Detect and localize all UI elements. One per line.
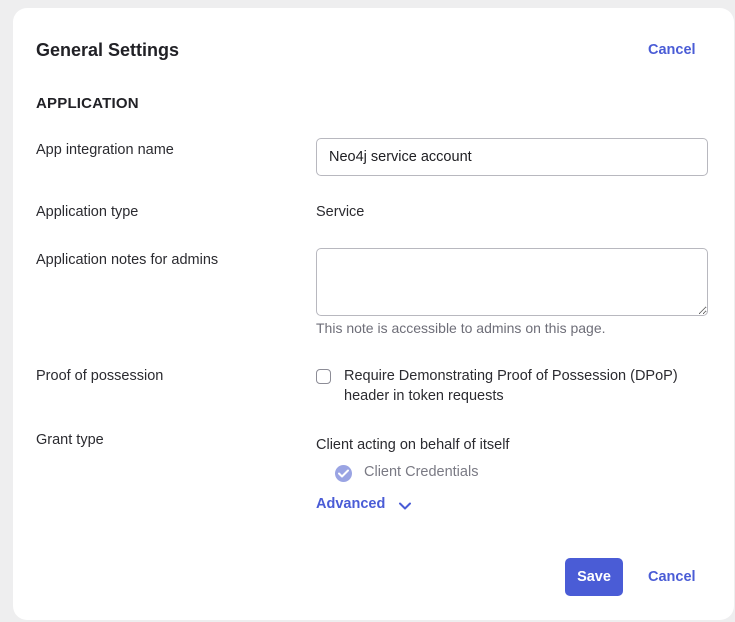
dpop-checkbox-label[interactable]: Require Demonstrating Proof of Possessio… <box>344 366 714 406</box>
dpop-checkbox[interactable] <box>316 369 331 384</box>
app-type-value: Service <box>316 204 365 220</box>
section-title: APPLICATION <box>36 95 139 112</box>
save-button[interactable]: Save <box>565 558 623 596</box>
app-name-label: App integration name <box>36 142 174 158</box>
cancel-link-top[interactable]: Cancel <box>648 42 696 58</box>
client-credentials-label: Client Credentials <box>364 464 479 480</box>
notes-label: Application notes for admins <box>36 252 219 268</box>
advanced-toggle[interactable]: Advanced <box>316 496 385 512</box>
card-title: General Settings <box>36 40 180 60</box>
app-type-label: Application type <box>36 204 139 220</box>
grant-heading: Client acting on behalf of itself <box>316 437 510 453</box>
app-name-input[interactable] <box>316 138 708 176</box>
check-icon <box>338 469 349 478</box>
notes-textarea[interactable] <box>316 248 708 316</box>
cancel-link-bottom[interactable]: Cancel <box>648 569 696 585</box>
general-settings-card: General Settings Cancel APPLICATION App … <box>13 8 734 620</box>
notes-hint: This note is accessible to admins on thi… <box>316 320 606 336</box>
proof-label: Proof of possession <box>36 368 164 384</box>
client-credentials-checkbox <box>335 465 352 482</box>
chevron-down-icon[interactable] <box>398 501 412 511</box>
grant-type-label: Grant type <box>36 432 104 448</box>
